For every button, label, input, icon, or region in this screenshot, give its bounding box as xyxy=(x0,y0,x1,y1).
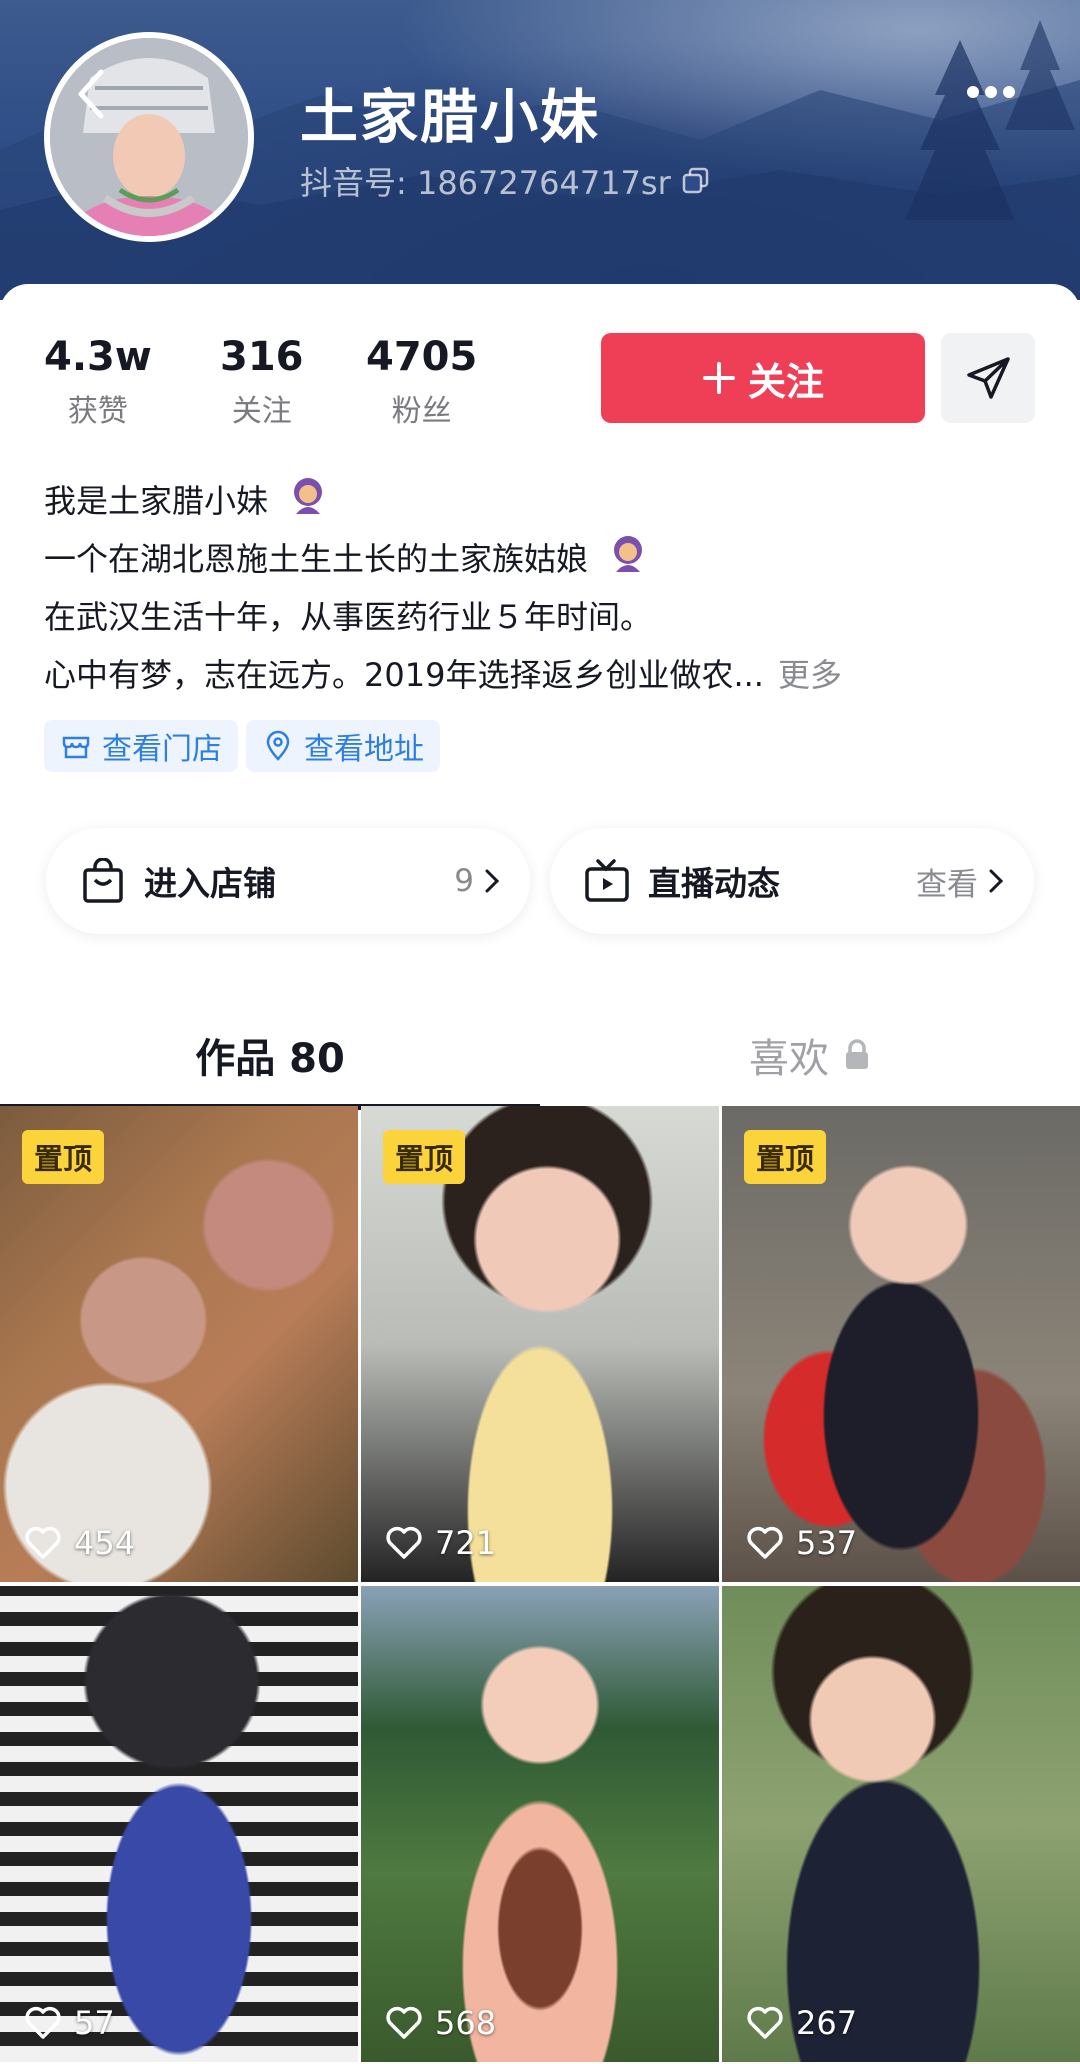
bio-line-1-text: 我是土家腊小妹 xyxy=(44,482,269,520)
bio-line-2: 一个在湖北恩施土生土长的土家族姑娘 xyxy=(44,530,1044,588)
bio-line-3-text: 在武汉生活十年，从事医药行业５年时间。 xyxy=(44,598,653,636)
tv-icon xyxy=(584,858,630,904)
stat-likes[interactable]: 4.3w 获赞 xyxy=(44,334,152,430)
woman-headscarf-emoji-icon xyxy=(288,474,328,532)
like-count-value: 267 xyxy=(796,2004,858,2042)
profile-page: 土家腊小妹 抖音号: 18672764717sr 4.3w 获赞 316 关注 xyxy=(0,0,1080,2064)
chevron-left-icon xyxy=(78,69,104,119)
like-count-value: 454 xyxy=(74,1524,136,1562)
video-like-count: 267 xyxy=(746,2004,857,2042)
bio-line-2-text: 一个在湖北恩施土生土长的土家族姑娘 xyxy=(44,540,589,578)
view-address-label: 查看地址 xyxy=(304,732,424,767)
like-count-value: 721 xyxy=(435,1524,497,1562)
stat-likes-label: 获赞 xyxy=(67,394,128,429)
shopping-bag-icon xyxy=(80,858,126,904)
more-dots-icon xyxy=(967,86,1015,98)
video-tile[interactable]: 置顶 454 xyxy=(0,1106,358,1582)
heart-outline-icon xyxy=(747,2006,783,2039)
stat-following[interactable]: 316 关注 xyxy=(220,334,304,430)
bio-line-3: 在武汉生活十年，从事医药行业５年时间。 xyxy=(44,588,1044,646)
store-icon xyxy=(62,736,90,759)
like-count-value: 57 xyxy=(74,2004,115,2042)
live-view-text: 查看 xyxy=(916,866,978,903)
tab-works-label: 作品 80 xyxy=(195,1036,345,1082)
profile-banner: 土家腊小妹 抖音号: 18672764717sr xyxy=(0,0,1080,300)
lock-icon xyxy=(846,1039,868,1069)
bio-line-1: 我是土家腊小妹 xyxy=(44,472,1044,530)
content-tabs: 作品 80 喜欢 xyxy=(0,1000,1080,1110)
enter-shop-card[interactable]: 进入店铺 9 xyxy=(46,828,530,934)
stat-likes-value: 4.3w xyxy=(44,334,152,380)
profile-name: 土家腊小妹 xyxy=(300,83,601,151)
live-view-link: 查看 xyxy=(916,859,1004,904)
more-options-button[interactable] xyxy=(960,72,1022,112)
heart-outline-icon xyxy=(386,1526,422,1559)
chevron-right-icon xyxy=(485,869,500,893)
like-count-value: 537 xyxy=(796,1524,858,1562)
tab-likes[interactable]: 喜欢 xyxy=(540,1000,1080,1110)
video-tile[interactable]: 267 xyxy=(722,1586,1080,2062)
view-store-chip[interactable]: 查看门店 xyxy=(44,720,238,772)
stat-following-value: 316 xyxy=(220,334,304,380)
video-like-count: 568 xyxy=(385,2004,496,2042)
video-tile[interactable]: 置顶 721 xyxy=(361,1106,719,1582)
bio-line-4-text: 心中有梦，志在远方。2019年选择返乡创业做农... xyxy=(44,656,764,694)
live-updates-label: 直播动态 xyxy=(648,864,780,903)
douyin-id-text: 抖音号: 18672764717sr xyxy=(300,164,671,202)
bio-line-4: 心中有梦，志在远方。2019年选择返乡创业做农... 更多 xyxy=(44,646,1044,704)
video-tile[interactable]: 568 xyxy=(361,1586,719,2062)
follow-button-label: 关注 xyxy=(747,359,824,404)
shop-item-count: 9 xyxy=(454,863,500,899)
plus-icon xyxy=(702,362,735,394)
bio-more-link[interactable]: 更多 xyxy=(778,656,842,694)
enter-shop-label: 进入店铺 xyxy=(144,864,276,903)
back-button[interactable] xyxy=(62,62,118,126)
live-updates-card[interactable]: 直播动态 查看 xyxy=(550,828,1034,934)
video-tile[interactable]: 置顶 537 xyxy=(722,1106,1080,1582)
stat-followers-label: 粉丝 xyxy=(391,394,452,429)
video-like-count: 57 xyxy=(24,2004,115,2042)
video-like-count: 454 xyxy=(24,1524,135,1562)
stat-followers-value: 4705 xyxy=(366,334,478,380)
video-tile[interactable]: 57 xyxy=(0,1586,358,2062)
like-count-value: 568 xyxy=(435,2004,497,2042)
video-like-count: 537 xyxy=(746,1524,857,1562)
shop-count-value: 9 xyxy=(454,863,474,899)
copy-icon[interactable] xyxy=(681,166,711,196)
chevron-right-icon xyxy=(989,869,1004,893)
paper-plane-icon xyxy=(967,357,1010,399)
video-like-count: 721 xyxy=(385,1524,496,1562)
woman-headscarf-emoji-icon xyxy=(608,532,648,590)
pinned-badge: 置顶 xyxy=(383,1130,466,1184)
send-message-button[interactable] xyxy=(941,333,1035,423)
heart-outline-icon xyxy=(386,2006,422,2039)
heart-outline-icon xyxy=(747,1526,783,1559)
pinned-badge: 置顶 xyxy=(22,1130,105,1184)
stat-following-label: 关注 xyxy=(231,394,292,429)
view-store-label: 查看门店 xyxy=(102,732,222,767)
follow-button[interactable]: 关注 xyxy=(601,333,925,423)
pinned-badge: 置顶 xyxy=(744,1130,827,1184)
douyin-id[interactable]: 抖音号: 18672764717sr xyxy=(300,158,711,204)
view-address-chip[interactable]: 查看地址 xyxy=(246,720,440,772)
stat-followers[interactable]: 4705 粉丝 xyxy=(366,334,477,430)
profile-bio: 我是土家腊小妹 一个在湖北恩施土生土长的土家族姑娘 在武汉生活十年，从事医药行业… xyxy=(44,472,1044,704)
tab-works[interactable]: 作品 80 xyxy=(0,1000,540,1110)
location-pin-icon xyxy=(266,730,290,761)
heart-outline-icon xyxy=(25,1526,61,1559)
heart-outline-icon xyxy=(25,2006,61,2039)
tab-likes-label: 喜欢 xyxy=(749,1036,829,1082)
